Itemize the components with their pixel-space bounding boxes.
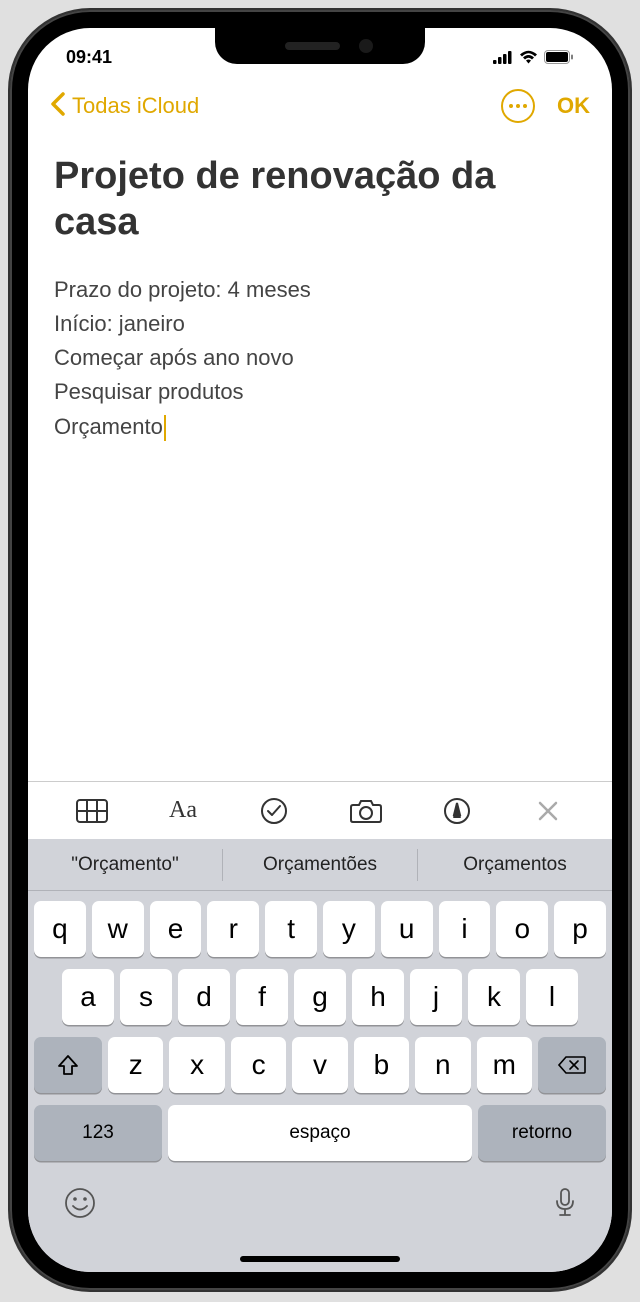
battery-icon bbox=[544, 50, 574, 64]
note-line[interactable]: Pesquisar produtos bbox=[54, 375, 586, 409]
done-button[interactable]: OK bbox=[557, 93, 590, 119]
key-row-1: q w e r t y u i o p bbox=[34, 901, 606, 957]
key-o[interactable]: o bbox=[496, 901, 548, 957]
camera-icon[interactable] bbox=[348, 793, 384, 829]
note-title[interactable]: Projeto de renovação da casa bbox=[54, 154, 586, 245]
formatting-toolbar: Aa bbox=[28, 781, 612, 839]
key-h[interactable]: h bbox=[352, 969, 404, 1025]
key-c[interactable]: c bbox=[231, 1037, 286, 1093]
key-f[interactable]: f bbox=[236, 969, 288, 1025]
key-row-2: a s d f g h j k l bbox=[34, 969, 606, 1025]
key-u[interactable]: u bbox=[381, 901, 433, 957]
key-t[interactable]: t bbox=[265, 901, 317, 957]
numbers-key[interactable]: 123 bbox=[34, 1105, 162, 1161]
key-r[interactable]: r bbox=[207, 901, 259, 957]
key-g[interactable]: g bbox=[294, 969, 346, 1025]
key-i[interactable]: i bbox=[439, 901, 491, 957]
cellular-signal-icon bbox=[493, 51, 513, 64]
note-line[interactable]: Início: janeiro bbox=[54, 307, 586, 341]
suggestion[interactable]: Orçamentos bbox=[418, 849, 612, 881]
text-format-icon[interactable]: Aa bbox=[165, 793, 201, 829]
text-cursor bbox=[164, 415, 167, 441]
keyboard: "Orçamento" Orçamentões Orçamentos q w e… bbox=[28, 839, 612, 1272]
return-key[interactable]: retorno bbox=[478, 1105, 606, 1161]
delete-key[interactable] bbox=[538, 1037, 606, 1093]
note-body[interactable]: Prazo do projeto: 4 meses Início: janeir… bbox=[54, 273, 586, 443]
suggestion[interactable]: Orçamentões bbox=[223, 849, 418, 881]
key-q[interactable]: q bbox=[34, 901, 86, 957]
key-j[interactable]: j bbox=[410, 969, 462, 1025]
status-time: 09:41 bbox=[66, 47, 112, 68]
dictation-key[interactable] bbox=[554, 1187, 576, 1224]
back-button[interactable]: Todas iCloud bbox=[72, 93, 495, 119]
key-z[interactable]: z bbox=[108, 1037, 163, 1093]
key-row-4: 123 espaço retorno bbox=[34, 1105, 606, 1161]
key-x[interactable]: x bbox=[169, 1037, 224, 1093]
table-icon[interactable] bbox=[74, 793, 110, 829]
nav-bar: Todas iCloud OK bbox=[28, 78, 612, 134]
key-n[interactable]: n bbox=[415, 1037, 470, 1093]
key-a[interactable]: a bbox=[62, 969, 114, 1025]
checklist-icon[interactable] bbox=[256, 793, 292, 829]
note-line[interactable]: Começar após ano novo bbox=[54, 341, 586, 375]
key-v[interactable]: v bbox=[292, 1037, 347, 1093]
key-p[interactable]: p bbox=[554, 901, 606, 957]
key-s[interactable]: s bbox=[120, 969, 172, 1025]
note-line[interactable]: Orçamento bbox=[54, 410, 586, 444]
key-w[interactable]: w bbox=[92, 901, 144, 957]
home-indicator[interactable] bbox=[240, 1256, 400, 1262]
back-chevron-icon[interactable] bbox=[50, 92, 66, 121]
suggestion[interactable]: "Orçamento" bbox=[28, 849, 223, 881]
key-row-3: z x c v b n m bbox=[34, 1037, 606, 1093]
space-key[interactable]: espaço bbox=[168, 1105, 472, 1161]
key-k[interactable]: k bbox=[468, 969, 520, 1025]
key-l[interactable]: l bbox=[526, 969, 578, 1025]
emoji-key[interactable] bbox=[64, 1187, 96, 1224]
more-options-button[interactable] bbox=[501, 89, 535, 123]
key-e[interactable]: e bbox=[150, 901, 202, 957]
wifi-icon bbox=[519, 50, 538, 64]
shift-key[interactable] bbox=[34, 1037, 102, 1093]
key-m[interactable]: m bbox=[477, 1037, 532, 1093]
key-b[interactable]: b bbox=[354, 1037, 409, 1093]
markup-icon[interactable] bbox=[439, 793, 475, 829]
key-y[interactable]: y bbox=[323, 901, 375, 957]
close-toolbar-icon[interactable] bbox=[530, 793, 566, 829]
note-content[interactable]: Projeto de renovação da casa Prazo do pr… bbox=[28, 134, 612, 781]
key-d[interactable]: d bbox=[178, 969, 230, 1025]
suggestion-bar: "Orçamento" Orçamentões Orçamentos bbox=[28, 839, 612, 891]
note-line[interactable]: Prazo do projeto: 4 meses bbox=[54, 273, 586, 307]
